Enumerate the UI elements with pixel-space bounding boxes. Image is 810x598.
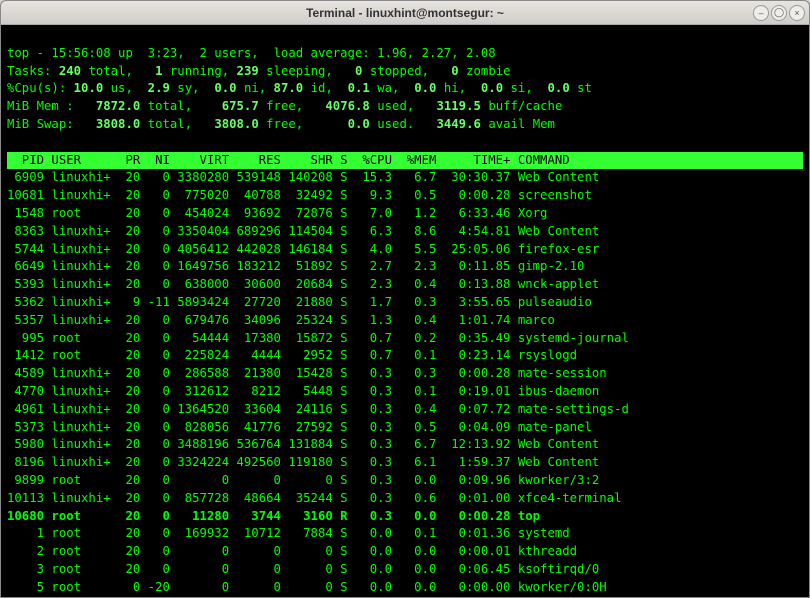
process-row: 10681 linuxhi+ 20 0 775020 40788 32492 S…: [7, 187, 803, 205]
process-row: 1548 root 20 0 454024 93692 72876 S 7.0 …: [7, 205, 803, 223]
summary-line-2: Tasks: 240 total, 1 running, 239 sleepin…: [7, 64, 511, 78]
terminal-window: Terminal - linuxhint@montsegur: ~ – ◯ × …: [0, 0, 810, 598]
window-controls: – ◯ ×: [753, 5, 805, 21]
process-row: 7 root 20 0 0 0 0 S 0.0 0.0 0:14.10 rcu_…: [7, 597, 803, 598]
titlebar[interactable]: Terminal - linuxhint@montsegur: ~ – ◯ ×: [1, 1, 809, 25]
process-list: 6909 linuxhi+ 20 0 3380280 539148 140208…: [7, 169, 803, 597]
process-row: 8363 linuxhi+ 20 0 3350404 689296 114504…: [7, 223, 803, 241]
summary-line-5: MiB Swap: 3808.0 total, 3808.0 free, 0.0…: [7, 117, 555, 131]
process-row: 6649 linuxhi+ 20 0 1649756 183212 51892 …: [7, 258, 803, 276]
process-row: 10680 root 20 0 11280 3744 3160 R 0.3 0.…: [7, 508, 803, 526]
process-row: 1 root 20 0 169932 10712 7884 S 0.0 0.1 …: [7, 525, 803, 543]
process-row: 5980 linuxhi+ 20 0 3488196 536764 131884…: [7, 436, 803, 454]
process-row: 5393 linuxhi+ 20 0 638000 30600 20684 S …: [7, 276, 803, 294]
terminal-content[interactable]: top - 15:56:08 up 3:23, 2 users, load av…: [1, 25, 809, 597]
process-row: 9899 root 20 0 0 0 0 S 0.3 0.0 0:09.96 k…: [7, 472, 803, 490]
process-row: 6909 linuxhi+ 20 0 3380280 539148 140208…: [7, 169, 803, 187]
process-row: 5357 linuxhi+ 20 0 679476 34096 25324 S …: [7, 312, 803, 330]
process-row: 5 root 0 -20 0 0 0 S 0.0 0.0 0:00.00 kwo…: [7, 579, 803, 597]
process-row: 4961 linuxhi+ 20 0 1364520 33604 24116 S…: [7, 401, 803, 419]
minimize-button[interactable]: –: [753, 5, 769, 21]
summary-line-3: %Cpu(s): 10.0 us, 2.9 sy, 0.0 ni, 87.0 i…: [7, 81, 592, 95]
process-row: 1412 root 20 0 225824 4444 2952 S 0.7 0.…: [7, 347, 803, 365]
process-row: 5744 linuxhi+ 20 0 4056412 442028 146184…: [7, 241, 803, 259]
maximize-button[interactable]: ◯: [771, 5, 787, 21]
process-row: 2 root 20 0 0 0 0 S 0.0 0.0 0:00.01 kthr…: [7, 543, 803, 561]
process-row: 4589 linuxhi+ 20 0 286588 21380 15428 S …: [7, 365, 803, 383]
window-title: Terminal - linuxhint@montsegur: ~: [1, 6, 809, 20]
process-row: 5373 linuxhi+ 20 0 828056 41776 27592 S …: [7, 419, 803, 437]
summary-line-4: MiB Mem : 7872.0 total, 675.7 free, 4076…: [7, 99, 562, 113]
process-row: 995 root 20 0 54444 17380 15872 S 0.7 0.…: [7, 330, 803, 348]
process-row: 8196 linuxhi+ 20 0 3324224 492560 119180…: [7, 454, 803, 472]
close-button[interactable]: ×: [789, 5, 805, 21]
process-row: 10113 linuxhi+ 20 0 857728 48664 35244 S…: [7, 490, 803, 508]
process-row: 5362 linuxhi+ 9 -11 5893424 27720 21880 …: [7, 294, 803, 312]
process-row: 3 root 20 0 0 0 0 S 0.0 0.0 0:06.45 ksof…: [7, 561, 803, 579]
summary-line-1: top - 15:56:08 up 3:23, 2 users, load av…: [7, 46, 496, 60]
process-row: 4770 linuxhi+ 20 0 312612 8212 5448 S 0.…: [7, 383, 803, 401]
column-header: PID USER PR NI VIRT RES SHR S %CPU %MEM …: [7, 152, 803, 170]
blank-line: [7, 135, 14, 149]
